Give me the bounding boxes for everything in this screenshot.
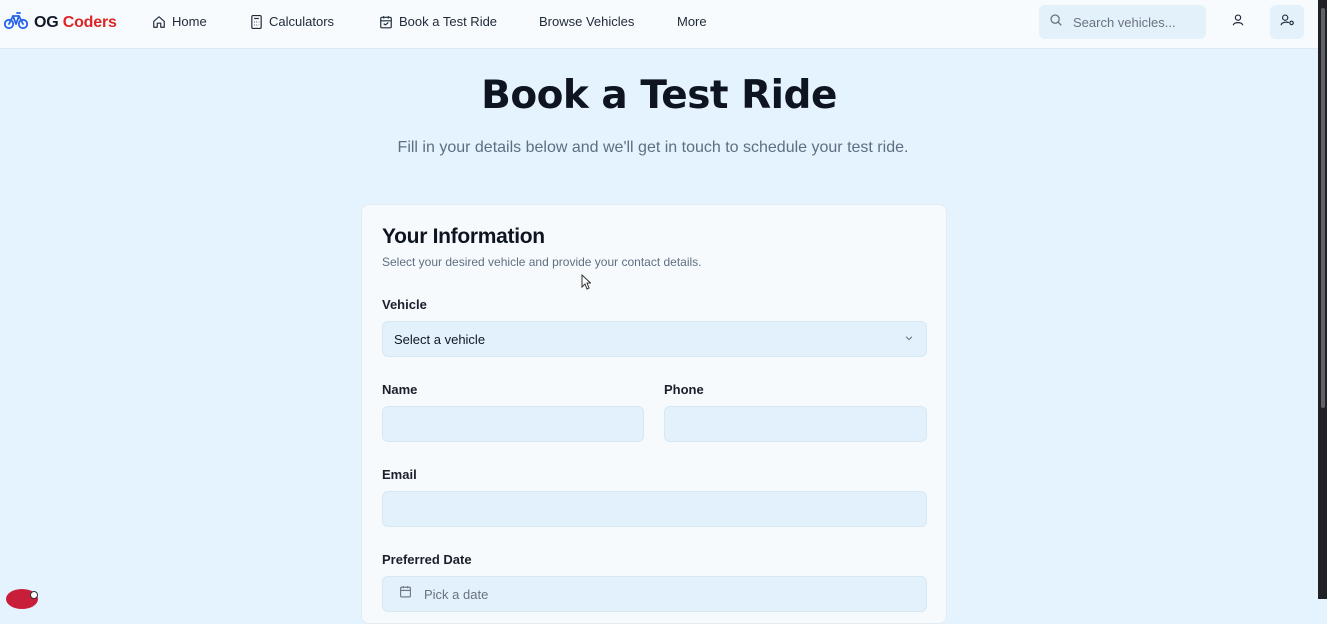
email-field[interactable]: [382, 491, 927, 527]
nav-home[interactable]: Home: [152, 14, 207, 29]
nav-home-label: Home: [172, 14, 207, 29]
search-input[interactable]: [1071, 13, 1195, 31]
name-label: Name: [382, 382, 418, 397]
nav-browse-vehicles[interactable]: Browse Vehicles: [539, 14, 634, 29]
page-title: Book a Test Ride: [481, 73, 837, 118]
search-bar[interactable]: [1039, 5, 1206, 39]
email-input[interactable]: [383, 492, 926, 526]
search-icon: [1049, 13, 1063, 32]
phone-input[interactable]: [665, 407, 926, 441]
nav-more[interactable]: More: [677, 14, 707, 29]
form-title: Your Information: [382, 225, 545, 248]
information-form-card: Your Information Select your desired veh…: [361, 204, 947, 624]
mouse-cursor-icon: [581, 273, 592, 295]
top-navigation-bar: OG Coders Home Calculators Book a Test R…: [0, 0, 1318, 49]
nav-calculators-label: Calculators: [269, 14, 335, 29]
user-icon: [1231, 13, 1245, 32]
nav-book-test-ride[interactable]: Book a Test Ride: [379, 14, 497, 29]
phone-label: Phone: [664, 382, 704, 397]
preferred-date-label: Preferred Date: [382, 552, 472, 567]
nav-book-test-ride-label: Book a Test Ride: [399, 14, 498, 29]
email-label: Email: [382, 467, 417, 482]
home-icon: [152, 15, 166, 29]
phone-field[interactable]: [664, 406, 927, 442]
vehicle-select-value: Select a vehicle: [394, 331, 486, 347]
date-picker-button[interactable]: Pick a date: [382, 576, 927, 612]
brand-logo[interactable]: OG Coders: [3, 10, 117, 35]
form-subtitle: Select your desired vehicle and provide …: [382, 255, 702, 269]
scrollbar-thumb[interactable]: [1321, 8, 1325, 408]
name-field[interactable]: [382, 406, 644, 442]
vehicle-select[interactable]: Select a vehicle: [382, 321, 927, 357]
user-settings-icon: [1280, 13, 1295, 32]
nav-more-label: More: [677, 14, 707, 29]
calendar-icon: [379, 15, 393, 29]
vehicle-label: Vehicle: [382, 297, 427, 312]
chevron-down-icon: [904, 330, 914, 348]
date-placeholder: Pick a date: [424, 586, 489, 602]
bicycle-icon: [3, 10, 29, 35]
name-input[interactable]: [383, 407, 643, 441]
account-button[interactable]: [1221, 5, 1255, 39]
calculator-icon: [250, 14, 263, 29]
calendar-icon: [399, 585, 412, 603]
floating-avatar-badge: [30, 591, 38, 599]
page-subtitle: Fill in your details below and we'll get…: [397, 139, 909, 156]
brand-name: OG Coders: [34, 13, 117, 31]
nav-calculators[interactable]: Calculators: [250, 14, 334, 29]
nav-browse-vehicles-label: Browse Vehicles: [539, 14, 635, 29]
user-settings-button[interactable]: [1270, 5, 1304, 39]
